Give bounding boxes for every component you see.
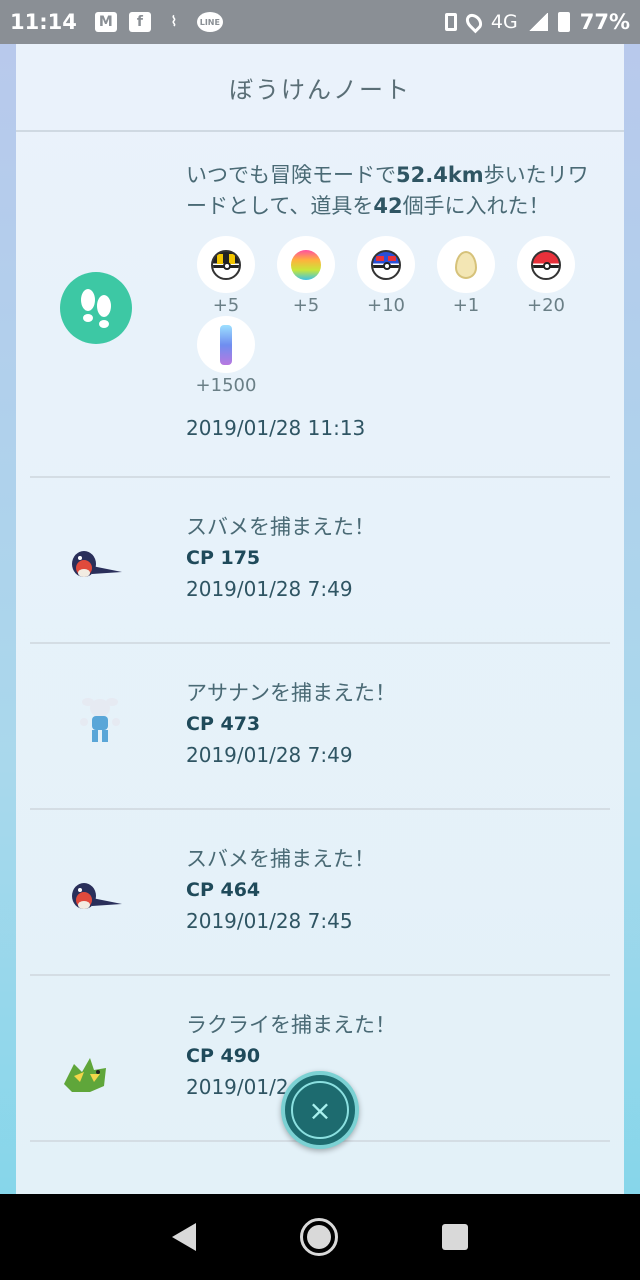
location-icon [462, 10, 486, 34]
footprints-icon [60, 272, 132, 344]
entry-cp: CP 473 [186, 713, 261, 735]
entry-date: 2019/01/28 7:49 [186, 743, 353, 767]
close-button[interactable]: × [281, 1071, 359, 1149]
vibrate-icon [444, 13, 457, 31]
battery-icon [557, 12, 570, 32]
list-item[interactable]: いつでも冒険モードで52.4km歩いたリワードとして、道具を42個手に入れた！ … [30, 132, 610, 478]
reward-item: +5 [266, 236, 346, 316]
taillow-icon [68, 874, 124, 918]
entry-cp: CP 490 [186, 1045, 261, 1067]
broom-icon: ⌇ [170, 14, 178, 30]
entry-title: アサナンを捕まえた！ [186, 681, 396, 705]
clock: 11:14 [10, 10, 77, 34]
entry-cp: CP 175 [186, 547, 261, 569]
reward-item: +1 [426, 236, 506, 316]
battery-percent: 77% [579, 10, 630, 34]
entry-date: 2019/01/28 11:13 [186, 416, 366, 440]
taillow-icon [68, 542, 124, 586]
entry-date: 2019/01/28 7:45 [186, 909, 353, 933]
list-item[interactable]: アサナンを捕まえた！ CP 473 2019/01/28 7:49 [30, 644, 610, 810]
journal-panel: ぼうけんノート いつでも冒険モードで52.4km歩いたリワードとして、道具を42… [16, 44, 624, 1194]
entry-cp: CP 464 [186, 879, 261, 901]
reward-item: +10 [346, 236, 426, 316]
reward-item: +1500 [186, 316, 266, 396]
back-button[interactable] [172, 1223, 196, 1251]
line-icon: LINE [196, 12, 223, 32]
meditite-icon [78, 694, 122, 748]
list-item[interactable]: スバメを捕まえた！ CP 175 2019/01/28 7:49 [30, 478, 610, 644]
home-button[interactable] [300, 1218, 338, 1256]
entry-title: スバメを捕まえた！ [186, 847, 375, 871]
stardust-icon [220, 324, 232, 365]
list-item[interactable]: スバメを捕まえた！ CP 464 2019/01/28 7:45 [30, 810, 610, 976]
reward-item: +5 [186, 236, 266, 316]
poke-ball-icon [531, 249, 561, 280]
razz-berry-rainbow-icon [291, 249, 321, 280]
egg-icon [455, 250, 477, 279]
network-type: 4G [490, 11, 518, 33]
panel-header: ぼうけんノート [16, 44, 624, 132]
page-title: ぼうけんノート [229, 75, 411, 104]
ultra-ball-icon [211, 249, 241, 280]
status-bar: 11:14 M f ⌇ LINE 4G 77% [0, 0, 640, 44]
signal-icon [527, 13, 548, 31]
reward-items: +5 +5 +10 +1 +20 +1500 [186, 236, 606, 396]
reward-item: +20 [506, 236, 586, 316]
great-ball-icon [371, 249, 401, 280]
electrike-icon [60, 1054, 110, 1100]
close-icon: × [291, 1081, 349, 1139]
entry-description: いつでも冒険モードで52.4km歩いたリワードとして、道具を42個手に入れた！ [186, 163, 589, 218]
entry-date: 2019/01/28 7:49 [186, 577, 353, 601]
facebook-icon: f [128, 12, 151, 32]
navigation-bar [0, 1194, 640, 1280]
gmail-icon: M [94, 12, 117, 32]
recents-button[interactable] [442, 1224, 468, 1250]
entry-title: ラクライを捕まえた！ [186, 1013, 396, 1037]
entry-title: スバメを捕まえた！ [186, 515, 375, 539]
